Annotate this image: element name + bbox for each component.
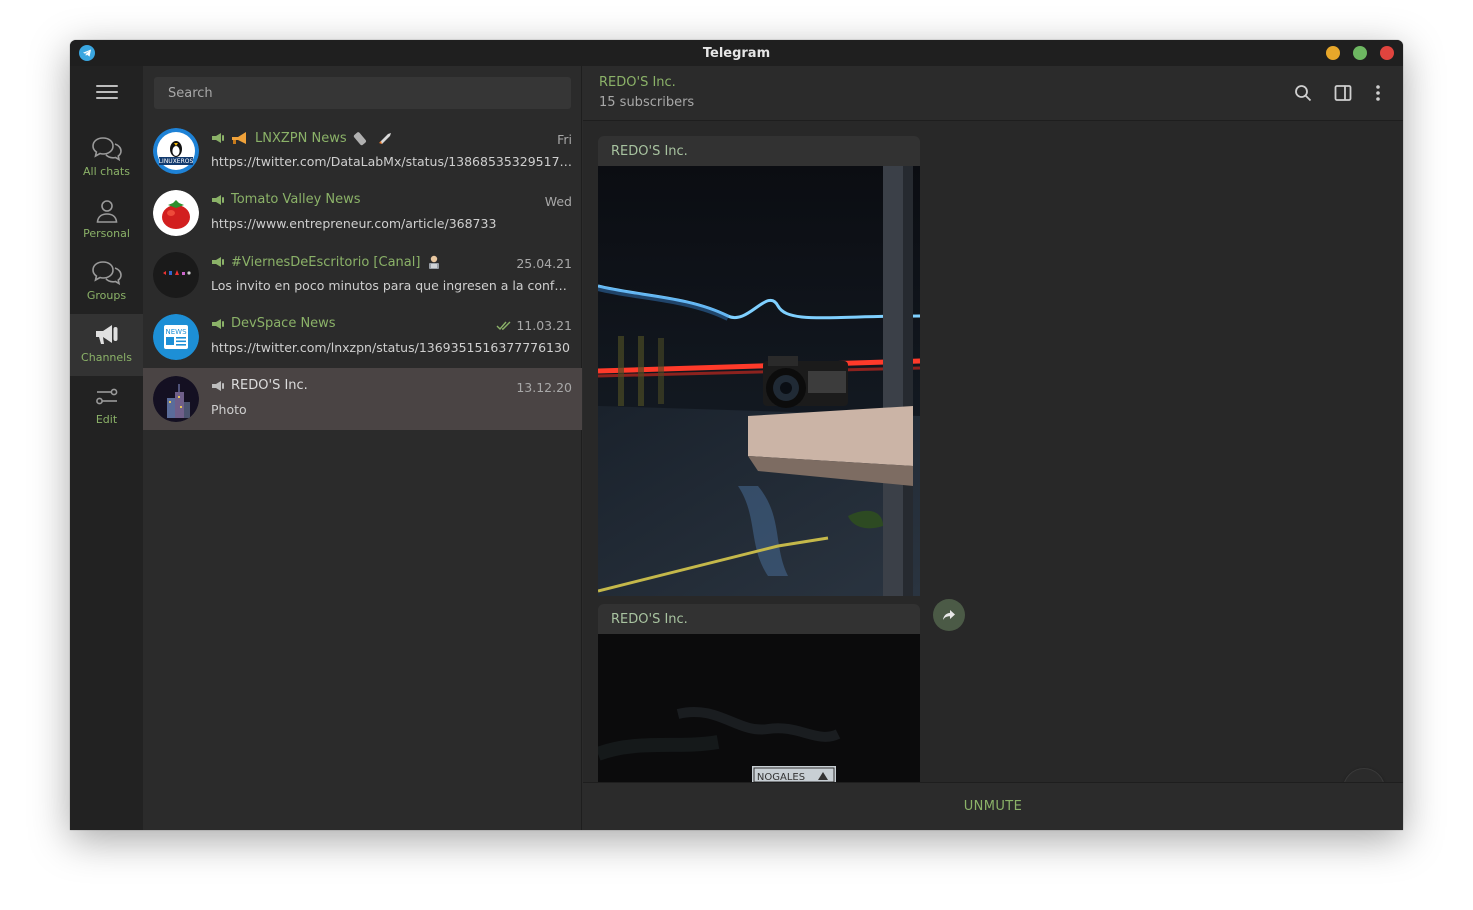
chat-bubbles-icon: [91, 137, 122, 162]
chat-time-text: 11.03.21: [516, 318, 572, 333]
message-author: REDO'S Inc.: [611, 612, 688, 627]
folder-edit[interactable]: Edit: [70, 376, 143, 438]
photo-camera-night-street[interactable]: [598, 166, 920, 596]
chat-item-devspace-news[interactable]: NEWS DevSpace News 11.03.21 https://twit…: [143, 306, 582, 368]
double-check-icon: [496, 321, 511, 330]
window-title: Telegram: [702, 45, 771, 61]
chat-title: Tomato Valley News: [211, 192, 361, 207]
chat-preview: Photo: [211, 402, 247, 417]
avatar: [153, 252, 199, 298]
minimize-button[interactable]: [1326, 46, 1340, 60]
chat-name-text: LNXZPN News: [255, 130, 347, 146]
conversation-panel: REDO'S Inc. 15 subscribers REDO'S Inc. R…: [583, 66, 1403, 830]
folder-personal[interactable]: Personal: [70, 190, 143, 252]
maximize-button[interactable]: [1353, 46, 1367, 60]
rocket-emoji-icon: [378, 133, 391, 144]
chat-time: Fri: [557, 132, 572, 147]
chat-time: Wed: [544, 194, 572, 209]
folder-label: Personal: [83, 227, 130, 240]
search-input[interactable]: [154, 77, 571, 109]
chat-title: LNXZPN News: [211, 130, 393, 146]
chat-title: REDO'S Inc.: [211, 378, 308, 393]
sliders-icon: [95, 388, 117, 405]
window-controls: [1326, 46, 1394, 60]
message-author: REDO'S Inc.: [611, 144, 688, 159]
chat-preview: https://www.entrepreneur.com/article/368…: [211, 216, 497, 231]
folder-channels[interactable]: Channels: [70, 314, 143, 376]
technologist-emoji-icon: [429, 255, 440, 269]
avatar: [153, 190, 199, 236]
svg-text:LINUXEROS: LINUXEROS: [159, 158, 194, 165]
channel-subscribers: 15 subscribers: [599, 95, 695, 110]
newspaper-roll-emoji-icon: [353, 132, 366, 146]
chat-time: 13.12.20: [516, 380, 572, 395]
hamburger-menu-icon[interactable]: [96, 85, 118, 101]
message-photo[interactable]: REDO'S Inc. NOGALES: [598, 604, 920, 782]
message-photo[interactable]: REDO'S Inc.: [598, 136, 920, 596]
bottom-bar: UNMUTE: [583, 782, 1403, 830]
chat-name-text: #ViernesDeEscritorio [Canal]: [231, 254, 421, 270]
channel-title: REDO'S Inc.: [599, 75, 676, 90]
folder-groups[interactable]: Groups: [70, 252, 143, 314]
folder-label: All chats: [83, 165, 130, 178]
close-button[interactable]: [1380, 46, 1394, 60]
person-icon: [96, 200, 117, 223]
chat-item-lnxzpn-news[interactable]: LINUXEROS LNXZPN News Fri https://twitte…: [143, 120, 582, 182]
chat-preview: Los invito en poco minutos para que ingr…: [211, 278, 573, 293]
folder-label: Edit: [95, 413, 118, 426]
chat-item-redos-inc[interactable]: REDO'S Inc. 13.12.20 Photo: [143, 368, 582, 430]
chat-name-text: DevSpace News: [231, 316, 336, 331]
folder-sidebar: All chats Personal Groups Channels Edit: [70, 66, 143, 830]
svg-text:NEWS: NEWS: [165, 328, 187, 336]
title-bar: Telegram: [70, 40, 1403, 66]
folder-all-chats[interactable]: All chats: [70, 128, 143, 190]
folder-label: Channels: [81, 351, 132, 364]
channel-megaphone-icon: [212, 133, 224, 143]
app-window: Telegram All chats Personal Groups Chann…: [70, 40, 1403, 830]
unmute-button[interactable]: UNMUTE: [964, 799, 1023, 814]
channel-megaphone-icon: [212, 318, 224, 329]
channel-megaphone-icon: [212, 380, 224, 391]
chat-title: #ViernesDeEscritorio [Canal]: [211, 254, 442, 270]
folder-label: Groups: [86, 289, 127, 302]
chat-name-text: REDO'S Inc.: [231, 378, 308, 393]
more-options-icon[interactable]: [1367, 82, 1389, 104]
chat-preview: https://twitter.com/DataLabMx/status/138…: [211, 154, 573, 169]
chat-title: DevSpace News: [211, 316, 336, 331]
channel-megaphone-icon: [212, 257, 224, 267]
avatar: LINUXEROS: [153, 128, 199, 174]
megaphone-icon: [95, 325, 117, 344]
share-icon[interactable]: [933, 599, 965, 631]
chat-name-text: Tomato Valley News: [231, 192, 361, 207]
chat-item-tomato-valley-news[interactable]: Tomato Valley News Wed https://www.entre…: [143, 182, 582, 244]
avatar: NEWS: [153, 314, 199, 360]
chat-item-viernes-de-escritorio[interactable]: #ViernesDeEscritorio [Canal] 25.04.21 Lo…: [143, 244, 582, 306]
search-icon[interactable]: [1292, 82, 1314, 104]
sign-text: NOGALES: [757, 772, 805, 782]
avatar: [153, 376, 199, 422]
conversation-header[interactable]: REDO'S Inc. 15 subscribers: [583, 66, 1403, 121]
channel-megaphone-icon: [212, 194, 224, 205]
chat-list-panel: LINUXEROS LNXZPN News Fri https://twitte…: [143, 66, 582, 830]
chat-preview: https://twitter.com/lnxzpn/status/136935…: [211, 340, 570, 355]
chat-time: 25.04.21: [516, 256, 572, 271]
chat-time: 11.03.21: [496, 318, 572, 333]
chat-bubbles-icon: [91, 261, 122, 286]
telegram-logo-icon: [79, 45, 95, 61]
megaphone-emoji-icon: [232, 132, 246, 144]
sidebar-toggle-icon[interactable]: [1332, 82, 1354, 104]
photo-nogales-sign[interactable]: NOGALES: [598, 634, 920, 782]
